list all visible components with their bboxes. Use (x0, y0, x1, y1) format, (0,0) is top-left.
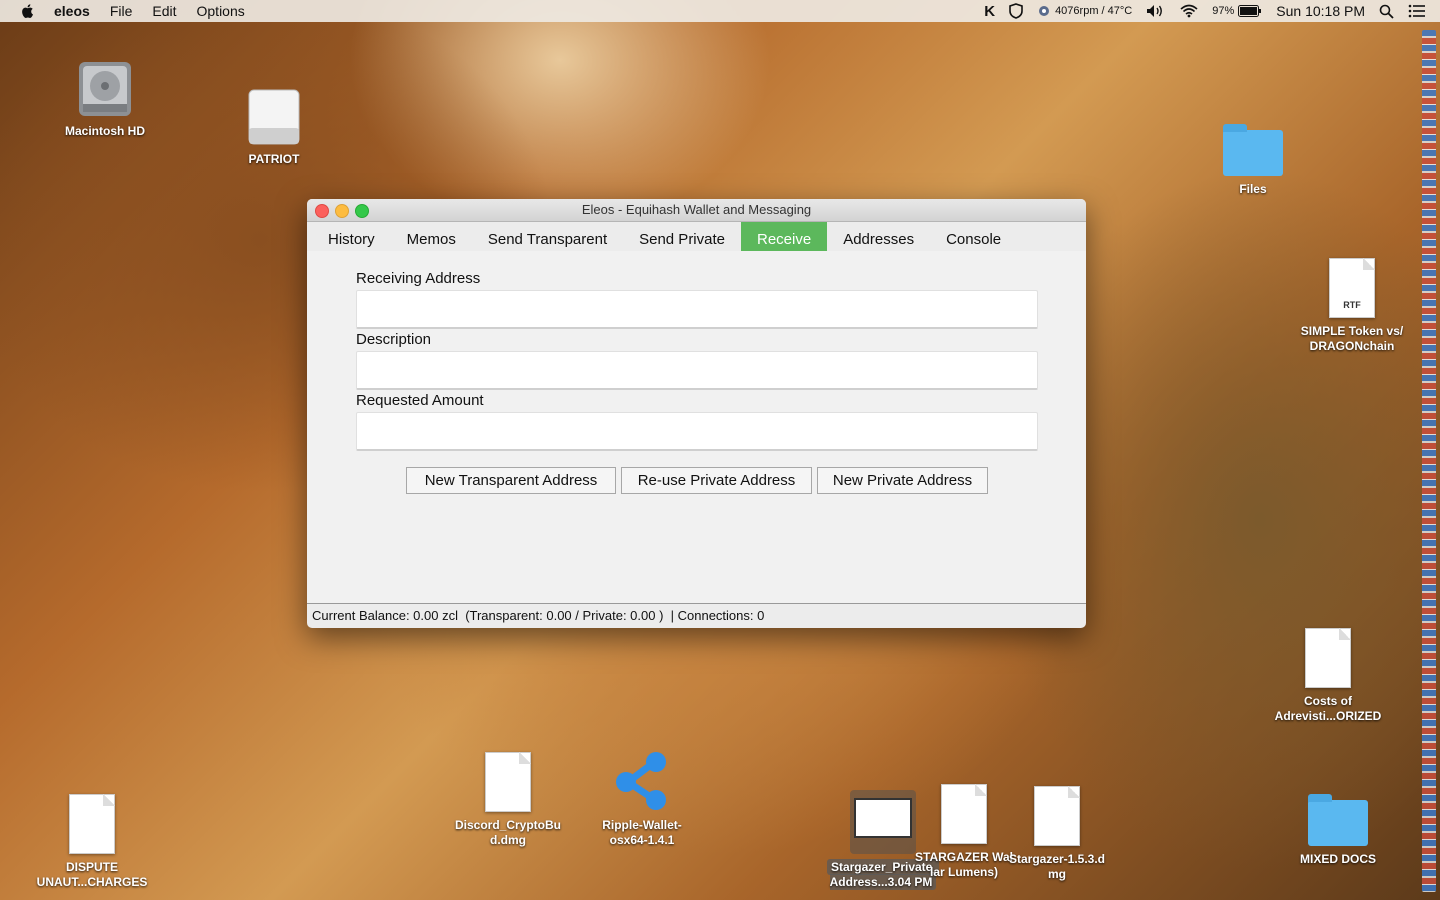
close-button[interactable] (315, 204, 329, 218)
app-menu-eleos[interactable]: eleos (54, 3, 90, 19)
folder-icon (1308, 794, 1368, 846)
desktop-icon-simple-token[interactable]: RTF SIMPLE Token vs/ DRAGONchain (1292, 258, 1412, 354)
menu-file[interactable]: File (110, 3, 133, 19)
shield-icon[interactable] (1009, 3, 1023, 19)
tab-history[interactable]: History (312, 222, 391, 251)
disk-image-icon (1034, 786, 1080, 846)
status-bar: Current Balance: 0.00 zcl (Transparent: … (312, 608, 765, 623)
wifi-icon[interactable] (1180, 4, 1198, 18)
maximize-button[interactable] (355, 204, 369, 218)
window-titlebar[interactable]: Eleos - Equihash Wallet and Messaging (307, 199, 1086, 222)
minimize-button[interactable] (335, 204, 349, 218)
desktop-icon-label: PATRIOT (248, 152, 300, 166)
tab-send-transparent[interactable]: Send Transparent (472, 222, 623, 251)
eleos-wallet-window: Eleos - Equihash Wallet and Messaging Hi… (307, 199, 1086, 628)
app-icon-strip[interactable] (1422, 30, 1436, 892)
rtf-document-icon: RTF (1329, 258, 1375, 318)
tab-addresses[interactable]: Addresses (827, 222, 930, 251)
desktop-icon-discord-dmg[interactable]: Discord_CryptoBu d.dmg (448, 752, 568, 848)
menu-edit[interactable]: Edit (152, 3, 176, 19)
gear-icon (1039, 6, 1050, 16)
spotlight-search-icon[interactable] (1379, 4, 1394, 19)
desktop-icon-label-line1: Discord_CryptoBu (454, 818, 561, 832)
desktop-icon-label-line2: mg (1048, 867, 1066, 881)
document-icon (941, 784, 987, 844)
tab-send-private[interactable]: Send Private (623, 222, 741, 251)
desktop-icon-label-line1: Stargazer-1.5.3.d (1008, 852, 1106, 866)
notification-center-icon[interactable] (1408, 4, 1426, 18)
desktop-icon-label-line2: DRAGONchain (1309, 339, 1395, 353)
tab-bar: History Memos Send Transparent Send Priv… (307, 222, 1086, 252)
folder-icon (1223, 124, 1283, 176)
ripple-logo-icon (616, 752, 666, 810)
desktop-icon-label-line2: lar Lumens) (929, 865, 998, 879)
desktop-icon-label-line2: d.dmg (490, 833, 526, 847)
document-icon (1305, 628, 1351, 688)
desktop-icon-label-line1: Costs of (1304, 694, 1352, 708)
clock[interactable]: Sun 10:18 PM (1276, 3, 1365, 19)
fan-temp-monitor[interactable]: 4076rpm / 47°C (1037, 4, 1132, 18)
tab-memos[interactable]: Memos (391, 222, 472, 251)
desktop-icon-label-line1: SIMPLE Token vs/ (1300, 324, 1404, 338)
tab-console[interactable]: Console (930, 222, 1017, 251)
desktop-icon-label-line2: UNAUT...CHARGES (36, 875, 148, 889)
window-title: Eleos - Equihash Wallet and Messaging (581, 202, 812, 217)
description-field[interactable] (356, 351, 1038, 390)
document-icon (69, 794, 115, 854)
battery-icon (1238, 5, 1262, 17)
requested-amount-field[interactable] (356, 412, 1038, 451)
menu-options[interactable]: Options (197, 3, 245, 19)
desktop-icon-macintosh-hd[interactable]: Macintosh HD (45, 60, 165, 139)
desktop-icon-stargazer-dmg[interactable]: Stargazer-1.5.3.d mg (997, 786, 1117, 882)
k-app-icon[interactable]: K (984, 3, 995, 20)
menu-bar: eleos File Edit Options K 4076rpm / 47°C… (0, 0, 1440, 22)
tab-receive[interactable]: Receive (741, 222, 828, 251)
requested-amount-label: Requested Amount (356, 392, 484, 409)
desktop-icon-costs[interactable]: Costs of Adrevisti...ORIZED (1268, 628, 1388, 724)
receiving-address-label: Receiving Address (356, 270, 481, 287)
desktop-icon-label: MIXED DOCS (1299, 852, 1376, 866)
battery-status[interactable]: 97% (1212, 5, 1262, 17)
receiving-address-field[interactable] (356, 290, 1038, 329)
hard-drive-icon (79, 62, 131, 116)
disk-image-icon (485, 752, 531, 812)
volume-icon[interactable] (1146, 4, 1166, 18)
rtf-badge: RTF (1343, 300, 1361, 310)
desktop-icon-files[interactable]: Files (1193, 124, 1313, 197)
desktop-icon-label: Files (1239, 182, 1267, 196)
desktop-icon-label-line2: osx64-1.4.1 (609, 833, 675, 847)
new-transparent-address-button[interactable]: New Transparent Address (406, 467, 616, 494)
desktop-icon-label-line1: DISPUTE (65, 860, 118, 874)
desktop-icon-label-line2: Adrevisti...ORIZED (1274, 709, 1382, 723)
fan-temp-text: 4076rpm / 47°C (1055, 5, 1133, 17)
battery-percent: 97% (1212, 5, 1235, 17)
reuse-private-address-button[interactable]: Re-use Private Address (621, 467, 812, 494)
desktop-icon-patriot[interactable]: PATRIOT (214, 88, 334, 167)
description-label: Description (356, 331, 432, 348)
external-drive-icon (248, 89, 300, 145)
new-private-address-button[interactable]: New Private Address (817, 467, 988, 494)
receive-panel: Receiving Address Description Requested … (307, 251, 1086, 604)
desktop-icon-dispute[interactable]: DISPUTE UNAUT...CHARGES (32, 794, 152, 890)
apple-icon[interactable] (20, 3, 36, 19)
desktop-icon-label-line1: Ripple-Wallet- (602, 818, 682, 832)
desktop-icon-ripple-wallet[interactable]: Ripple-Wallet- osx64-1.4.1 (582, 750, 702, 848)
desktop-icon-label: Macintosh HD (64, 124, 145, 138)
desktop-icon-mixed-docs[interactable]: MIXED DOCS (1278, 794, 1398, 867)
